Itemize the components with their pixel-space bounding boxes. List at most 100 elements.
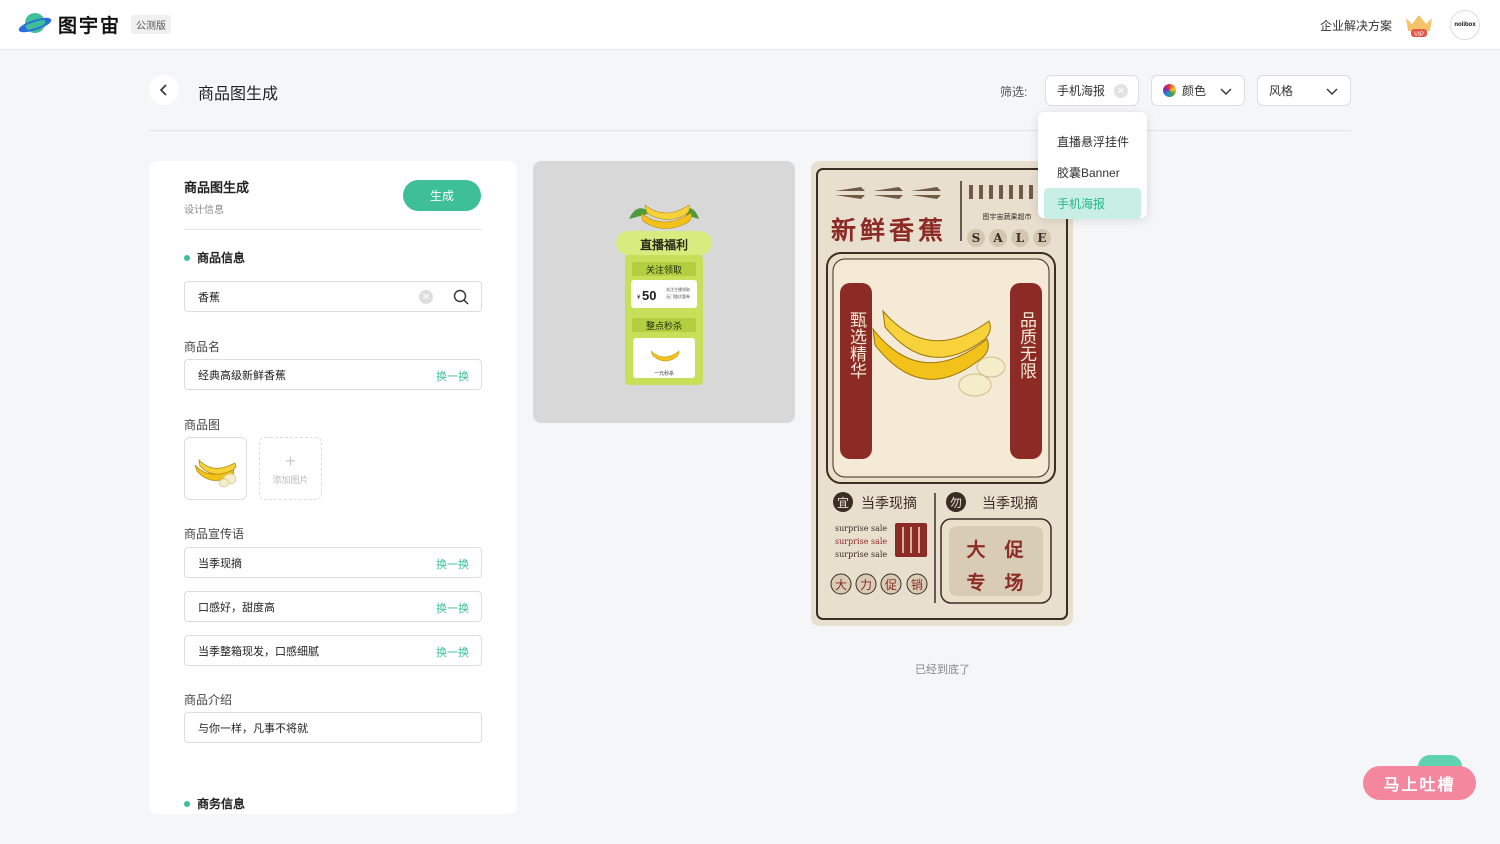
product-name-label: 商品名 bbox=[184, 340, 221, 354]
panel-divider bbox=[184, 229, 482, 230]
stamp-char: 促 bbox=[1003, 538, 1023, 561]
slogan-input-3[interactable]: 当季整箱现发，口感细腻 换一换 bbox=[184, 635, 482, 666]
enterprise-solutions-link[interactable]: 企业解决方案 bbox=[1320, 17, 1392, 34]
design-info-panel: 商品图生成 设计信息 生成 商品信息 香蕉 ✕ 商品名 经典高级新鲜香蕉 换一换… bbox=[149, 161, 517, 814]
swap-slogan-link[interactable]: 换一换 bbox=[436, 600, 469, 616]
mobile-poster-preview: 图宇宙蔬果超市 新鲜香蕉 S A L E 甄选精华 品质无限 宜 当季现摘 勿 … bbox=[816, 168, 1068, 620]
promo-char: 大 bbox=[835, 578, 847, 592]
product-info-heading-text: 商品信息 bbox=[197, 251, 246, 265]
section-dot-icon bbox=[184, 254, 190, 261]
banana-image bbox=[194, 458, 236, 487]
sale-letter: L bbox=[1016, 231, 1025, 245]
chevron-down-icon bbox=[1326, 88, 1338, 95]
coupon-note-2: 无门槛优惠券 bbox=[666, 293, 690, 299]
end-of-list-note: 已经到底了 bbox=[915, 664, 970, 676]
generate-button[interactable]: 生成 bbox=[403, 180, 481, 211]
style-filter-label: 风格 bbox=[1269, 84, 1294, 98]
business-info-heading-text: 商务信息 bbox=[197, 797, 246, 811]
product-name-input[interactable]: 经典高级新鲜香蕉 换一换 bbox=[184, 359, 482, 390]
section-dot-icon bbox=[184, 800, 190, 807]
product-image-label: 商品图 bbox=[184, 418, 221, 432]
coupon-note-1: 关注主播领取 bbox=[666, 286, 690, 292]
slogan-label: 商品宣传语 bbox=[184, 527, 245, 541]
right-banner-text: 品质无限 bbox=[1016, 311, 1037, 379]
plus-icon: + bbox=[285, 450, 296, 471]
planet-logo-icon bbox=[18, 13, 52, 33]
brand-name: 图宇宙 bbox=[58, 15, 122, 37]
stamp-char: 场 bbox=[1004, 572, 1023, 594]
promo-char: 销 bbox=[911, 578, 923, 592]
slogan-value: 当季现摘 bbox=[198, 557, 242, 570]
preview-card-live-widget[interactable]: 直播福利 关注领取 ¥ 50 关注主播领取 无门槛优惠券 整点秒杀 一元秒杀 bbox=[533, 161, 795, 423]
swap-slogan-link[interactable]: 换一换 bbox=[436, 556, 469, 572]
style-filter-select[interactable]: 风格 bbox=[1257, 75, 1351, 106]
slogan-value: 口感好，甜度高 bbox=[198, 601, 275, 614]
one-yuan-label: 一元秒杀 bbox=[654, 370, 674, 377]
chevron-left-icon bbox=[159, 84, 167, 96]
intro-input[interactable]: 与你一样，凡事不将就 bbox=[184, 712, 482, 743]
search-value: 香蕉 bbox=[198, 291, 220, 304]
product-name-value: 经典高级新鲜香蕉 bbox=[198, 369, 286, 382]
type-filter-select[interactable]: 手机海报 ✕ bbox=[1045, 75, 1139, 106]
color-wheel-icon bbox=[1163, 84, 1176, 97]
clear-search-icon[interactable]: ✕ bbox=[419, 290, 433, 304]
filter-label: 筛选: bbox=[1000, 85, 1028, 99]
product-search-input[interactable]: 香蕉 ✕ bbox=[184, 281, 482, 312]
dropdown-item-capsule-banner[interactable]: 胶囊Banner bbox=[1044, 157, 1141, 188]
type-filter-dropdown: 直播悬浮挂件 胶囊Banner 手机海报 bbox=[1038, 112, 1147, 219]
dropdown-item-live-widget[interactable]: 直播悬浮挂件 bbox=[1044, 126, 1141, 157]
coupon-value: 50 bbox=[642, 288, 656, 303]
surprise-line: surprise sale bbox=[835, 550, 887, 559]
sale-letter: A bbox=[992, 231, 1003, 245]
avatar[interactable]: nolibox bbox=[1450, 10, 1480, 40]
page-title: 商品图生成 bbox=[198, 86, 279, 103]
swap-slogan-link[interactable]: 换一换 bbox=[436, 644, 469, 660]
slogan-value: 当季整箱现发，口感细腻 bbox=[198, 645, 319, 658]
vip-crown-icon[interactable]: VIP bbox=[1403, 12, 1435, 38]
color-filter-select[interactable]: 颜色 bbox=[1151, 75, 1245, 106]
flash-sale-label: 整点秒杀 bbox=[646, 320, 682, 332]
store-name: 图宇宙蔬果超市 bbox=[983, 212, 1032, 221]
product-info-heading: 商品信息 bbox=[184, 249, 245, 266]
beta-badge: 公测版 bbox=[131, 14, 172, 34]
promo-char: 力 bbox=[860, 578, 872, 592]
clear-filter-icon[interactable]: ✕ bbox=[1114, 84, 1128, 98]
tag-text: 当季现摘 bbox=[861, 495, 917, 512]
header-divider bbox=[149, 130, 1351, 131]
intro-value: 与你一样，凡事不将就 bbox=[198, 722, 308, 735]
slogan-input-2[interactable]: 口感好，甜度高 换一换 bbox=[184, 591, 482, 622]
add-image-label: 添加图片 bbox=[272, 474, 309, 485]
preview-card-mobile-poster[interactable]: 图宇宙蔬果超市 新鲜香蕉 S A L E 甄选精华 品质无限 宜 当季现摘 勿 … bbox=[811, 161, 1073, 626]
intro-label: 商品介绍 bbox=[184, 693, 233, 707]
back-button[interactable] bbox=[149, 75, 179, 105]
slogan-input-1[interactable]: 当季现摘 换一换 bbox=[184, 547, 482, 578]
search-icon[interactable] bbox=[453, 289, 469, 305]
top-bar: 图宇宙 公测版 企业解决方案 VIP nolibox bbox=[0, 0, 1500, 50]
type-filter-value: 手机海报 bbox=[1057, 84, 1106, 98]
panel-title: 商品图生成 bbox=[184, 180, 250, 195]
vip-label: VIP bbox=[1414, 32, 1424, 38]
feedback-button[interactable]: 马上吐槽 bbox=[1363, 766, 1476, 800]
logo[interactable]: 图宇宙 公测版 bbox=[18, 10, 172, 38]
panel-subtitle: 设计信息 bbox=[184, 205, 224, 216]
add-image-button[interactable]: + 添加图片 bbox=[259, 437, 322, 500]
dropdown-item-mobile-poster[interactable]: 手机海报 bbox=[1044, 188, 1141, 219]
surprise-line: surprise sale bbox=[835, 524, 887, 533]
product-image-thumbnail[interactable] bbox=[184, 437, 247, 500]
swap-name-link[interactable]: 换一换 bbox=[436, 368, 469, 384]
surprise-line: surprise sale bbox=[835, 537, 887, 546]
tag-char: 宜 bbox=[837, 495, 849, 510]
follow-label: 关注领取 bbox=[646, 264, 682, 276]
left-banner-text: 甄选精华 bbox=[846, 311, 867, 379]
color-filter-label: 颜色 bbox=[1182, 84, 1207, 98]
poster-headline: 新鲜香蕉 bbox=[831, 216, 947, 245]
sale-letter: S bbox=[972, 231, 981, 245]
stamp-char: 专 bbox=[966, 571, 985, 594]
tag-char: 勿 bbox=[950, 496, 962, 510]
tag-text: 当季现摘 bbox=[982, 495, 1038, 512]
chevron-down-icon bbox=[1220, 88, 1232, 95]
sale-letter: E bbox=[1037, 231, 1046, 245]
live-widget-title: 直播福利 bbox=[640, 237, 688, 252]
stamp-char: 大 bbox=[966, 538, 985, 561]
business-info-heading: 商务信息 bbox=[184, 795, 245, 812]
